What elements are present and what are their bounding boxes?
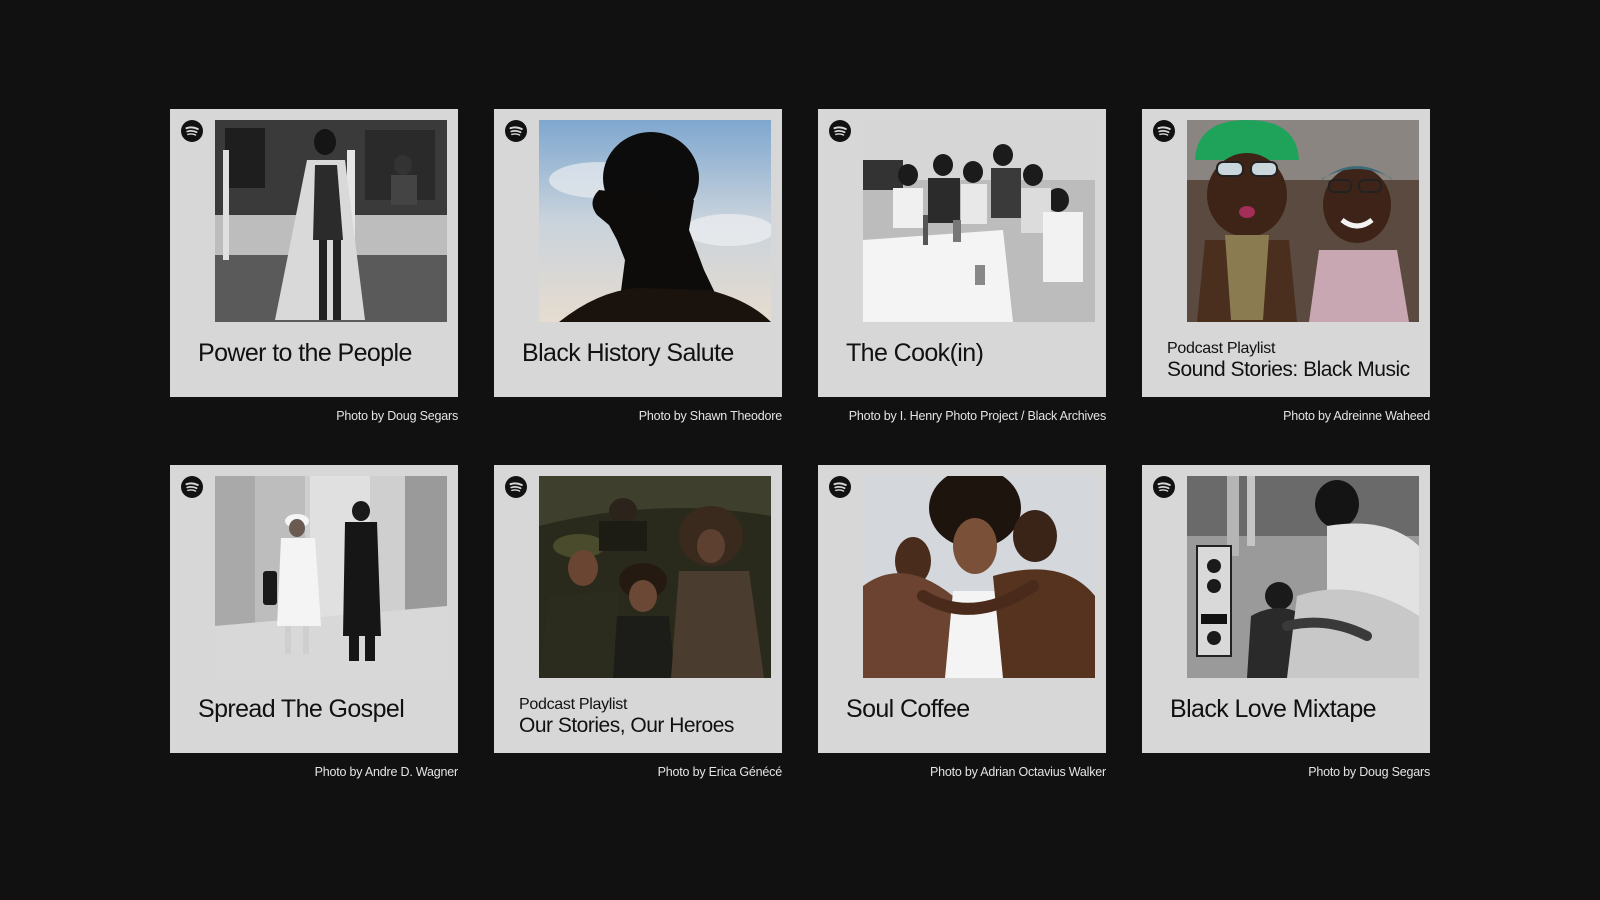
podcast-label: Podcast Playlist Sound Stories: Black Mu…: [1167, 339, 1410, 382]
spotify-icon: [1153, 120, 1175, 142]
photo-credit: Photo by Andre D. Wagner: [314, 765, 459, 779]
playlist-title: Black Love Mixtape: [1170, 695, 1377, 723]
cover-photo: [1187, 476, 1419, 678]
playlist-card[interactable]: Black History Salute: [494, 109, 782, 397]
photo-credit: Photo by Doug Segars: [1308, 765, 1430, 779]
cover-photo: [215, 476, 447, 678]
podcast-playlist-card[interactable]: Podcast Playlist Our Stories, Our Heroes: [494, 465, 782, 753]
cover-photo: [863, 476, 1095, 678]
podcast-playlist-card[interactable]: Podcast Playlist Sound Stories: Black Mu…: [1142, 109, 1430, 397]
playlist-tile: Podcast Playlist Sound Stories: Black Mu…: [1142, 109, 1430, 423]
playlist-title: Our Stories, Our Heroes: [519, 714, 734, 737]
cover-photo: [863, 120, 1095, 322]
cover-photo: [215, 120, 447, 322]
playlist-tile: Power to the People Photo by Doug Segars: [170, 109, 458, 423]
playlist-grid: Power to the People Photo by Doug Segars: [170, 109, 1430, 779]
playlist-title: Sound Stories: Black Music: [1167, 358, 1410, 381]
podcast-kicker: Podcast Playlist: [1167, 340, 1276, 357]
playlist-title: The Cook(in): [846, 339, 984, 367]
photo-credit: Photo by Erica Génécé: [657, 765, 783, 779]
cover-photo: [539, 476, 771, 678]
playlist-tile: Podcast Playlist Our Stories, Our Heroes…: [494, 465, 782, 779]
playlist-card[interactable]: Power to the People: [170, 109, 458, 397]
spotify-icon: [181, 476, 203, 498]
playlist-tile: Black History Salute Photo by Shawn Theo…: [494, 109, 782, 423]
photo-credit: Photo by Shawn Theodore: [638, 409, 782, 423]
playlist-tile: Black Love Mixtape Photo by Doug Segars: [1142, 465, 1430, 779]
playlist-tile: Soul Coffee Photo by Adrian Octavius Wal…: [818, 465, 1106, 779]
spotify-icon: [829, 476, 851, 498]
playlist-title: Power to the People: [198, 339, 412, 367]
podcast-label: Podcast Playlist Our Stories, Our Heroes: [519, 695, 734, 738]
cover-photo: [539, 120, 771, 322]
spotify-icon: [181, 120, 203, 142]
playlist-title: Black History Salute: [522, 339, 734, 367]
playlist-title: Spread The Gospel: [198, 695, 405, 723]
spotify-icon: [1153, 476, 1175, 498]
photo-credit: Photo by Adreinne Waheed: [1283, 409, 1430, 423]
playlist-title: Soul Coffee: [846, 695, 970, 723]
playlist-card[interactable]: Soul Coffee: [818, 465, 1106, 753]
photo-credit: Photo by I. Henry Photo Project / Black …: [848, 409, 1106, 423]
spotify-icon: [505, 476, 527, 498]
photo-credit: Photo by Adrian Octavius Walker: [929, 765, 1106, 779]
podcast-kicker: Podcast Playlist: [519, 696, 628, 713]
spotify-icon: [505, 120, 527, 142]
playlist-tile: Spread The Gospel Photo by Andre D. Wagn…: [170, 465, 458, 779]
playlist-card[interactable]: Spread The Gospel: [170, 465, 458, 753]
photo-credit: Photo by Doug Segars: [336, 409, 458, 423]
playlist-card[interactable]: Black Love Mixtape: [1142, 465, 1430, 753]
spotify-icon: [829, 120, 851, 142]
playlist-tile: The Cook(in) Photo by I. Henry Photo Pro…: [818, 109, 1106, 423]
cover-photo: [1187, 120, 1419, 322]
playlist-card[interactable]: The Cook(in): [818, 109, 1106, 397]
